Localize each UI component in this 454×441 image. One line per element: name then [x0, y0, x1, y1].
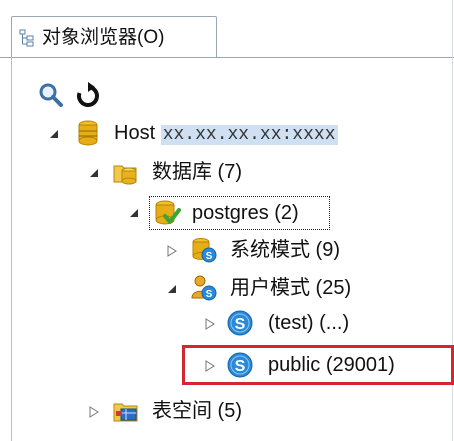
user-schema-icon: S	[191, 275, 217, 301]
schema-icon: S	[227, 310, 253, 336]
database-connected-icon	[155, 200, 181, 225]
databases-label: 数据库 (7)	[152, 161, 242, 183]
tree-node-user-schemas[interactable]: S 用户模式 (25)	[160, 272, 380, 306]
tree-node-tablespaces[interactable]: 表空间 (5)	[80, 394, 280, 428]
tablespace-folder-icon	[113, 403, 138, 422]
collapsed-arrow-icon[interactable]	[88, 406, 100, 418]
svg-text:S: S	[235, 358, 246, 375]
tablespaces-label: 表空间 (5)	[152, 400, 242, 422]
expanded-arrow-icon[interactable]	[48, 128, 60, 140]
tree-node-databases[interactable]: 数据库 (7)	[80, 156, 290, 190]
collapsed-arrow-icon[interactable]	[204, 360, 216, 372]
tab-divider	[0, 57, 454, 58]
svg-text:S: S	[206, 251, 213, 262]
expanded-arrow-icon[interactable]	[88, 167, 100, 179]
search-icon[interactable]	[38, 82, 64, 108]
svg-text:S: S	[235, 316, 246, 333]
tree-node-test-schema[interactable]: S (test) (...)	[198, 306, 398, 340]
svg-text:S: S	[206, 289, 213, 300]
tab-strip: 对象浏览器(O)	[0, 0, 454, 60]
postgres-label: postgres (2)	[192, 202, 299, 224]
panel-border	[11, 57, 12, 441]
expanded-arrow-icon[interactable]	[166, 283, 178, 295]
schema-icon: S	[227, 352, 253, 378]
tab-label: 对象浏览器(O)	[42, 27, 165, 48]
system-schemas-label: 系统模式 (9)	[230, 239, 340, 261]
user-schemas-label: 用户模式 (25)	[230, 277, 352, 299]
host-name: Host	[114, 122, 156, 144]
collapsed-arrow-icon[interactable]	[204, 318, 216, 330]
database-folder-icon	[113, 165, 137, 185]
server-icon	[78, 120, 98, 146]
collapsed-arrow-icon[interactable]	[166, 245, 178, 257]
tab-object-browser[interactable]: 对象浏览器(O)	[11, 16, 217, 58]
test-schema-label: (test) (...)	[268, 312, 350, 334]
tree-node-host[interactable]: Host xx.xx.xx.xx:xxxx	[40, 117, 370, 151]
public-schema-label: public (29001)	[268, 354, 395, 376]
expanded-arrow-icon[interactable]	[128, 207, 140, 219]
system-schema-icon: S	[192, 238, 217, 263]
tree-node-public-schema[interactable]: S public (29001)	[198, 349, 438, 383]
refresh-icon[interactable]	[74, 82, 102, 110]
tree-view-icon	[19, 29, 34, 47]
tree-node-postgres[interactable]: postgres (2)	[120, 196, 340, 230]
host-label: Host xx.xx.xx.xx:xxxx	[114, 121, 338, 147]
tree-node-system-schemas[interactable]: S 系统模式 (9)	[160, 234, 370, 268]
host-address: xx.xx.xx.xx:xxxx	[160, 125, 338, 145]
